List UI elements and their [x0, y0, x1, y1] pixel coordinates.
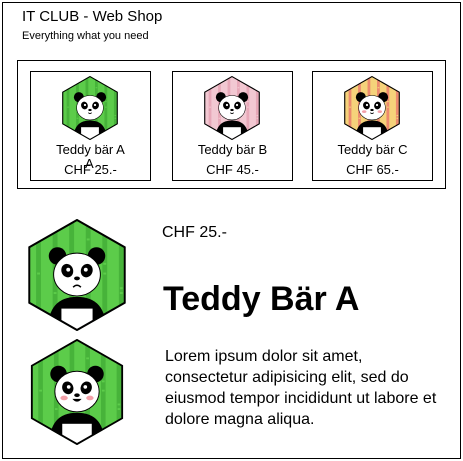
panda-icon	[62, 76, 118, 140]
product-card-b[interactable]: Teddy bär B CHF 45.-	[172, 71, 293, 181]
product-price: CHF 65.-	[346, 162, 399, 177]
panda-icon	[344, 76, 400, 140]
detail-price: CHF 25.-	[162, 224, 227, 241]
detail-title: Teddy Bär A	[163, 280, 360, 318]
panda-happy-icon[interactable]	[28, 339, 126, 445]
product-name: Teddy bär B	[197, 142, 268, 157]
shop-title: IT CLUB - Web Shop	[22, 8, 163, 25]
shop-subtitle: Everything what you need	[22, 30, 149, 42]
panda-icon	[204, 76, 260, 140]
product-name: Teddy bär A	[56, 142, 125, 157]
product-price: CHF 45.-	[206, 162, 259, 177]
product-card-c[interactable]: Teddy bär C CHF 65.-	[312, 71, 433, 181]
product-name: Teddy bär C	[337, 142, 408, 157]
panda-sad-icon[interactable]	[28, 219, 126, 331]
overlap-text: A	[85, 156, 94, 171]
detail-description: Lorem ipsum dolor sit amet, consectetur …	[165, 348, 437, 428]
product-list: Teddy bär A CHF 25.- A Teddy bär B CHF 4…	[17, 60, 446, 189]
product-card-a[interactable]: Teddy bär A CHF 25.- A	[30, 71, 151, 181]
